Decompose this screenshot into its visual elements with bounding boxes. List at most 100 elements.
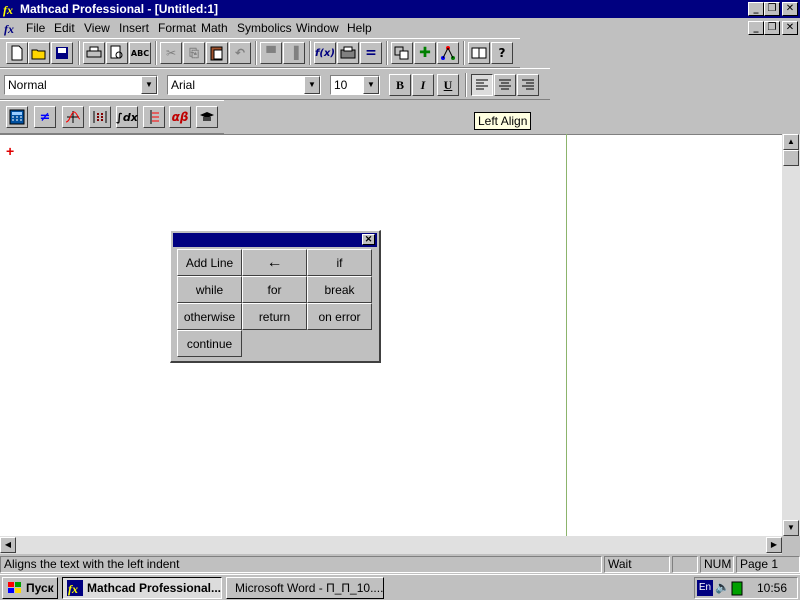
return-button[interactable]: return [242,303,307,330]
italic-button[interactable]: I [412,74,434,96]
start-button[interactable]: Пуск [2,577,58,599]
menu-insert[interactable]: Insert [119,21,149,35]
save-icon[interactable] [51,42,73,64]
insert-function-icon[interactable]: f(x) [314,42,336,64]
menu-view[interactable]: View [84,21,110,35]
cut-icon[interactable]: ✂ [160,42,182,64]
toolbar-separator [386,41,388,65]
mathcad-task-icon: fx [67,580,83,596]
otherwise-button[interactable]: otherwise [177,303,242,330]
bold-button[interactable]: B [389,74,411,96]
menu-symbolics[interactable]: Symbolics [237,21,292,35]
undo-icon[interactable]: ↶ [229,42,251,64]
graph-icon[interactable] [62,106,84,128]
task-mathcad[interactable]: fx Mathcad Professional... [62,577,222,599]
programming-icon[interactable] [143,106,165,128]
calculator-icon[interactable] [6,106,28,128]
break-button[interactable]: break [307,276,372,303]
on-error-button[interactable]: on error [307,303,372,330]
status-state: Wait [604,556,670,573]
scroll-right-icon[interactable]: ▶ [766,537,782,553]
resource-center-icon[interactable]: ✚ [414,42,436,64]
horizontal-scrollbar[interactable]: ◀ ▶ [0,536,782,554]
style-select[interactable]: Normal ▼ [4,75,158,95]
while-button[interactable]: while [177,276,242,303]
for-button[interactable]: for [242,276,307,303]
speaker-icon[interactable]: 🔈 [715,580,730,594]
paste-icon[interactable] [206,42,228,64]
toolbar-separator [78,41,80,65]
document-system-icon[interactable]: fx [3,20,19,36]
copy-icon[interactable]: ⎘ [183,42,205,64]
scroll-left-icon[interactable]: ◀ [0,537,16,553]
vertical-scroll-thumb[interactable] [783,150,799,166]
status-empty-panel [672,556,698,573]
doc-minimize-button[interactable]: _ [748,21,764,35]
if-button[interactable]: if [307,249,372,276]
chevron-down-icon[interactable]: ▼ [363,76,379,94]
scroll-up-icon[interactable]: ▲ [783,134,799,150]
menu-window[interactable]: Window [296,21,339,35]
toolbar-separator [465,73,467,97]
add-line-button[interactable]: Add Line [177,249,242,276]
worksheet-area[interactable] [0,134,782,536]
tray-app-icon[interactable] [731,580,743,596]
minimize-button[interactable]: _ [748,2,764,16]
align-across-icon[interactable]: ▀ [260,42,282,64]
menu-math[interactable]: Math [201,21,228,35]
align-left-button[interactable] [471,74,493,96]
chevron-down-icon[interactable]: ▼ [141,76,157,94]
start-label: Пуск [26,581,54,595]
math-toolbar: ≠ ∫dx αβ [0,100,224,134]
matrix-icon[interactable] [89,106,111,128]
programming-palette[interactable]: ✕ Add Line ← if while for break otherwis… [170,230,381,363]
local-assign-button[interactable]: ← [242,249,307,276]
menu-format[interactable]: Format [158,21,196,35]
menu-edit[interactable]: Edit [54,21,75,35]
doc-close-button[interactable]: ✕ [782,21,798,35]
close-button[interactable]: ✕ [782,2,798,16]
mathcad-app-icon[interactable]: fx [2,1,18,17]
language-indicator[interactable]: En [697,580,713,596]
right-margin-guide [566,134,567,536]
chevron-down-icon[interactable]: ▼ [304,76,320,94]
align-center-button[interactable] [494,74,516,96]
print-icon[interactable] [83,42,105,64]
font-select[interactable]: Arial ▼ [167,75,321,95]
size-select[interactable]: 10 ▼ [330,75,380,95]
continue-button[interactable]: continue [177,330,242,357]
vertical-scrollbar[interactable]: ▲ ▼ [782,134,800,536]
insert-unit-icon[interactable] [337,42,359,64]
spellcheck-icon[interactable]: ABC [129,42,151,64]
quicksheets-icon[interactable] [468,42,490,64]
calculate-icon[interactable]: = [360,42,382,64]
palette-title-bar[interactable]: ✕ [173,233,377,247]
align-right-button[interactable] [517,74,539,96]
clock: 10:56 [757,581,788,595]
open-icon[interactable] [28,42,50,64]
toolbar-separator [255,41,257,65]
doc-restore-button[interactable]: ❐ [764,21,780,35]
help-icon[interactable]: ? [491,42,513,64]
close-icon[interactable]: ✕ [362,234,375,245]
collaboratory-icon[interactable] [437,42,459,64]
status-page: Page 1 [736,556,800,573]
underline-button[interactable]: U [437,74,459,96]
symbolic-icon[interactable] [196,106,218,128]
align-down-icon[interactable]: ▐ [283,42,305,64]
menu-file[interactable]: File [26,21,45,35]
task-word[interactable]: W Microsoft Word - П_П_10.... [226,577,384,599]
scroll-down-icon[interactable]: ▼ [783,520,799,536]
scrollbar-corner [782,536,800,554]
insert-component-icon[interactable] [391,42,413,64]
menu-bar: fx File Edit View Insert Format Math Sym… [0,18,800,38]
boolean-icon[interactable]: ≠ [34,106,56,128]
greek-icon[interactable]: αβ [169,106,191,128]
svg-text:fx: fx [68,582,78,596]
new-icon[interactable] [6,42,28,64]
calculus-icon[interactable]: ∫dx [116,106,138,128]
maximize-button[interactable]: ❐ [764,2,780,16]
menu-help[interactable]: Help [347,21,372,35]
status-message: Aligns the text with the left indent [0,556,602,573]
print-preview-icon[interactable] [106,42,128,64]
